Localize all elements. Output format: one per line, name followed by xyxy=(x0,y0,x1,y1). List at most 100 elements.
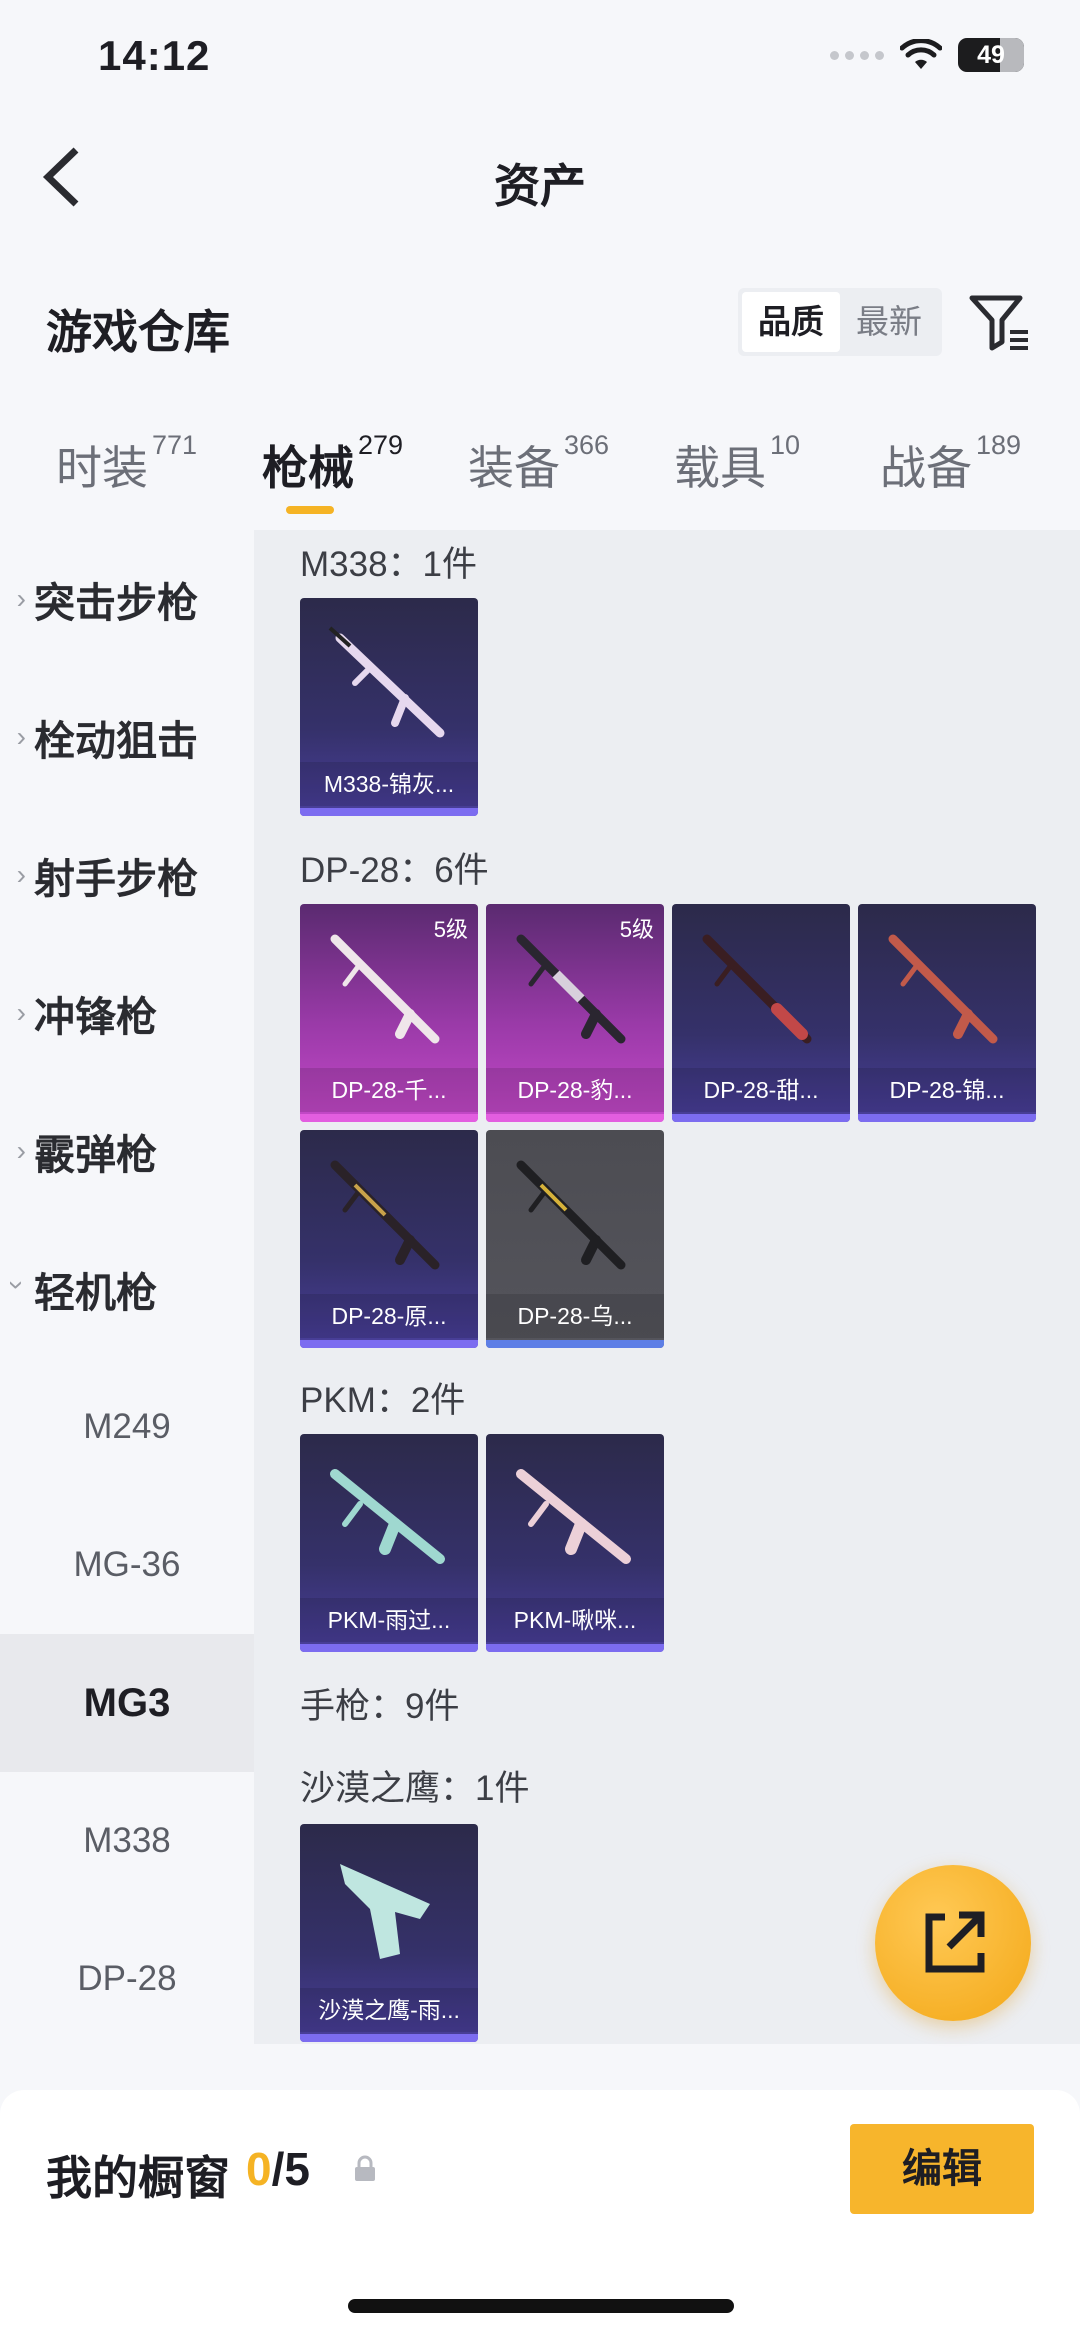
item-name: PKM-雨过... xyxy=(300,1598,478,1642)
group-title-pkm: PKM：2件 xyxy=(300,1381,466,1420)
sidebar-item-marksman-rifles[interactable]: › 射手步枪 xyxy=(0,806,254,944)
sidebar-item-label: 栓动狙击 xyxy=(34,718,198,764)
chevron-right-icon: › xyxy=(16,1135,26,1166)
rarity-bar xyxy=(486,1340,664,1348)
tab-equipment[interactable]: 装备 366 xyxy=(468,430,610,498)
sort-toggle: 品质 最新 xyxy=(738,288,942,356)
item-grid: M338：1件 M338-锦灰... DP-28：6件 5级 DP-28-千..… xyxy=(254,530,1080,2044)
item-name: PKM-啾咪... xyxy=(486,1598,664,1642)
sidebar-subitem-m249[interactable]: M249 xyxy=(0,1358,254,1496)
tab-label: 装备 xyxy=(468,442,560,494)
battery-level: 49 xyxy=(977,41,1005,69)
home-indicator xyxy=(348,2299,734,2313)
item-card[interactable]: 沙漠之鹰-雨... xyxy=(300,1824,478,2042)
wifi-icon xyxy=(900,39,942,69)
level-badge: 5级 xyxy=(433,917,468,942)
chevron-right-icon: › xyxy=(16,721,26,752)
sidebar-subitem-mg36[interactable]: MG-36 xyxy=(0,1496,254,1634)
sort-quality-button[interactable]: 品质 xyxy=(742,292,840,352)
tab-label: 枪械 xyxy=(262,442,354,494)
lock-icon xyxy=(352,2154,378,2184)
edit-button[interactable]: 编辑 xyxy=(850,2124,1034,2214)
rifle-icon xyxy=(702,934,812,1044)
sidebar-item-label: 霰弹枪 xyxy=(34,1132,157,1178)
showcase-total: /5 xyxy=(271,2143,310,2195)
rifle-icon xyxy=(516,1160,626,1270)
battery-icon: 49 xyxy=(958,38,1024,72)
item-card[interactable]: PKM-啾咪... xyxy=(486,1434,664,1652)
sidebar-subitem-dp28[interactable]: DP-28 xyxy=(0,1910,254,2048)
filter-button[interactable] xyxy=(966,290,1032,356)
item-name: M338-锦灰... xyxy=(300,762,478,806)
sidebar-item-bolt-snipers[interactable]: › 栓动狙击 xyxy=(0,668,254,806)
item-card[interactable]: DP-28-锦... xyxy=(858,904,1036,1122)
sidebar-item-label: 轻机枪 xyxy=(34,1270,157,1316)
group-title-m338: M338：1件 xyxy=(300,545,478,584)
page-title: 资产 xyxy=(494,160,586,212)
chevron-right-icon: › xyxy=(16,583,26,614)
sidebar-subitem-m338[interactable]: M338 xyxy=(0,1772,254,1910)
tab-vehicles[interactable]: 载具 10 xyxy=(674,430,801,498)
chevron-right-icon: › xyxy=(16,859,26,890)
rarity-bar xyxy=(300,1644,478,1652)
showcase-current: 0 xyxy=(246,2143,272,2195)
chevron-down-icon: › xyxy=(2,1280,33,1290)
tab-count: 771 xyxy=(152,430,198,460)
item-card[interactable]: DP-28-甜... xyxy=(672,904,850,1122)
rarity-bar xyxy=(300,1114,478,1122)
rifle-icon xyxy=(328,626,445,738)
tab-count: 366 xyxy=(564,430,610,460)
chevron-right-icon: › xyxy=(16,997,26,1028)
item-card[interactable]: 5级 DP-28-千... xyxy=(300,904,478,1122)
rifle-icon xyxy=(516,1469,631,1564)
item-name: DP-28-原... xyxy=(300,1294,478,1338)
sort-newest-button[interactable]: 最新 xyxy=(840,292,938,352)
status-time: 14:12 xyxy=(98,32,211,79)
item-name: DP-28-锦... xyxy=(858,1068,1036,1112)
group-title-pistols: 手枪：9件 xyxy=(300,1687,460,1726)
tab-active-indicator xyxy=(286,506,334,514)
signal-icon xyxy=(830,50,884,60)
sidebar-item-assault-rifles[interactable]: › 突击步枪 xyxy=(0,530,254,668)
item-name: DP-28-豹... xyxy=(486,1068,664,1112)
group-title-desert-eagle: 沙漠之鹰：1件 xyxy=(300,1769,530,1808)
sidebar-item-label: 射手步枪 xyxy=(34,856,198,902)
item-card[interactable]: PKM-雨过... xyxy=(300,1434,478,1652)
showcase-label: 我的橱窗 xyxy=(46,2152,230,2204)
rarity-bar xyxy=(858,1114,1036,1122)
item-card[interactable]: M338-锦灰... xyxy=(300,598,478,816)
status-icons: 49 xyxy=(830,38,1024,72)
tab-label: 时装 xyxy=(56,442,148,494)
item-name: DP-28-乌... xyxy=(486,1294,664,1338)
item-card[interactable]: DP-28-原... xyxy=(300,1130,478,1348)
tab-supplies[interactable]: 战备 189 xyxy=(880,430,1022,498)
tab-count: 279 xyxy=(358,430,404,460)
share-icon xyxy=(925,1911,985,1973)
tab-fashion[interactable]: 时装 771 xyxy=(56,430,198,498)
rifle-icon xyxy=(330,1469,445,1564)
tab-firearms[interactable]: 枪械 279 xyxy=(262,430,404,498)
rifle-icon xyxy=(888,934,998,1044)
showcase-count: 0/5 xyxy=(246,2142,310,2196)
rarity-bar xyxy=(300,2034,478,2042)
item-name: 沙漠之鹰-雨... xyxy=(300,1988,478,2032)
rifle-icon xyxy=(330,1160,440,1270)
tab-label: 战备 xyxy=(880,442,972,494)
sidebar-subitem-mg3[interactable]: MG3 xyxy=(0,1634,254,1772)
rarity-bar xyxy=(486,1114,664,1122)
sidebar-item-lmgs[interactable]: › 轻机枪 xyxy=(0,1220,254,1358)
sidebar-item-label: 冲锋枪 xyxy=(34,994,157,1040)
tab-count: 189 xyxy=(976,430,1022,460)
rarity-bar xyxy=(300,808,478,816)
sidebar-item-shotguns[interactable]: › 霰弹枪 xyxy=(0,1082,254,1220)
item-card[interactable]: 5级 DP-28-豹... xyxy=(486,904,664,1122)
warehouse-title: 游戏仓库 xyxy=(46,306,230,358)
tab-label: 载具 xyxy=(674,442,766,494)
level-badge: 5级 xyxy=(619,917,654,942)
item-name: DP-28-甜... xyxy=(672,1068,850,1112)
item-card[interactable]: DP-28-乌... xyxy=(486,1130,664,1348)
item-name: DP-28-千... xyxy=(300,1068,478,1112)
tab-count: 10 xyxy=(770,430,801,460)
share-button[interactable] xyxy=(875,1865,1031,2021)
sidebar-item-smgs[interactable]: › 冲锋枪 xyxy=(0,944,254,1082)
